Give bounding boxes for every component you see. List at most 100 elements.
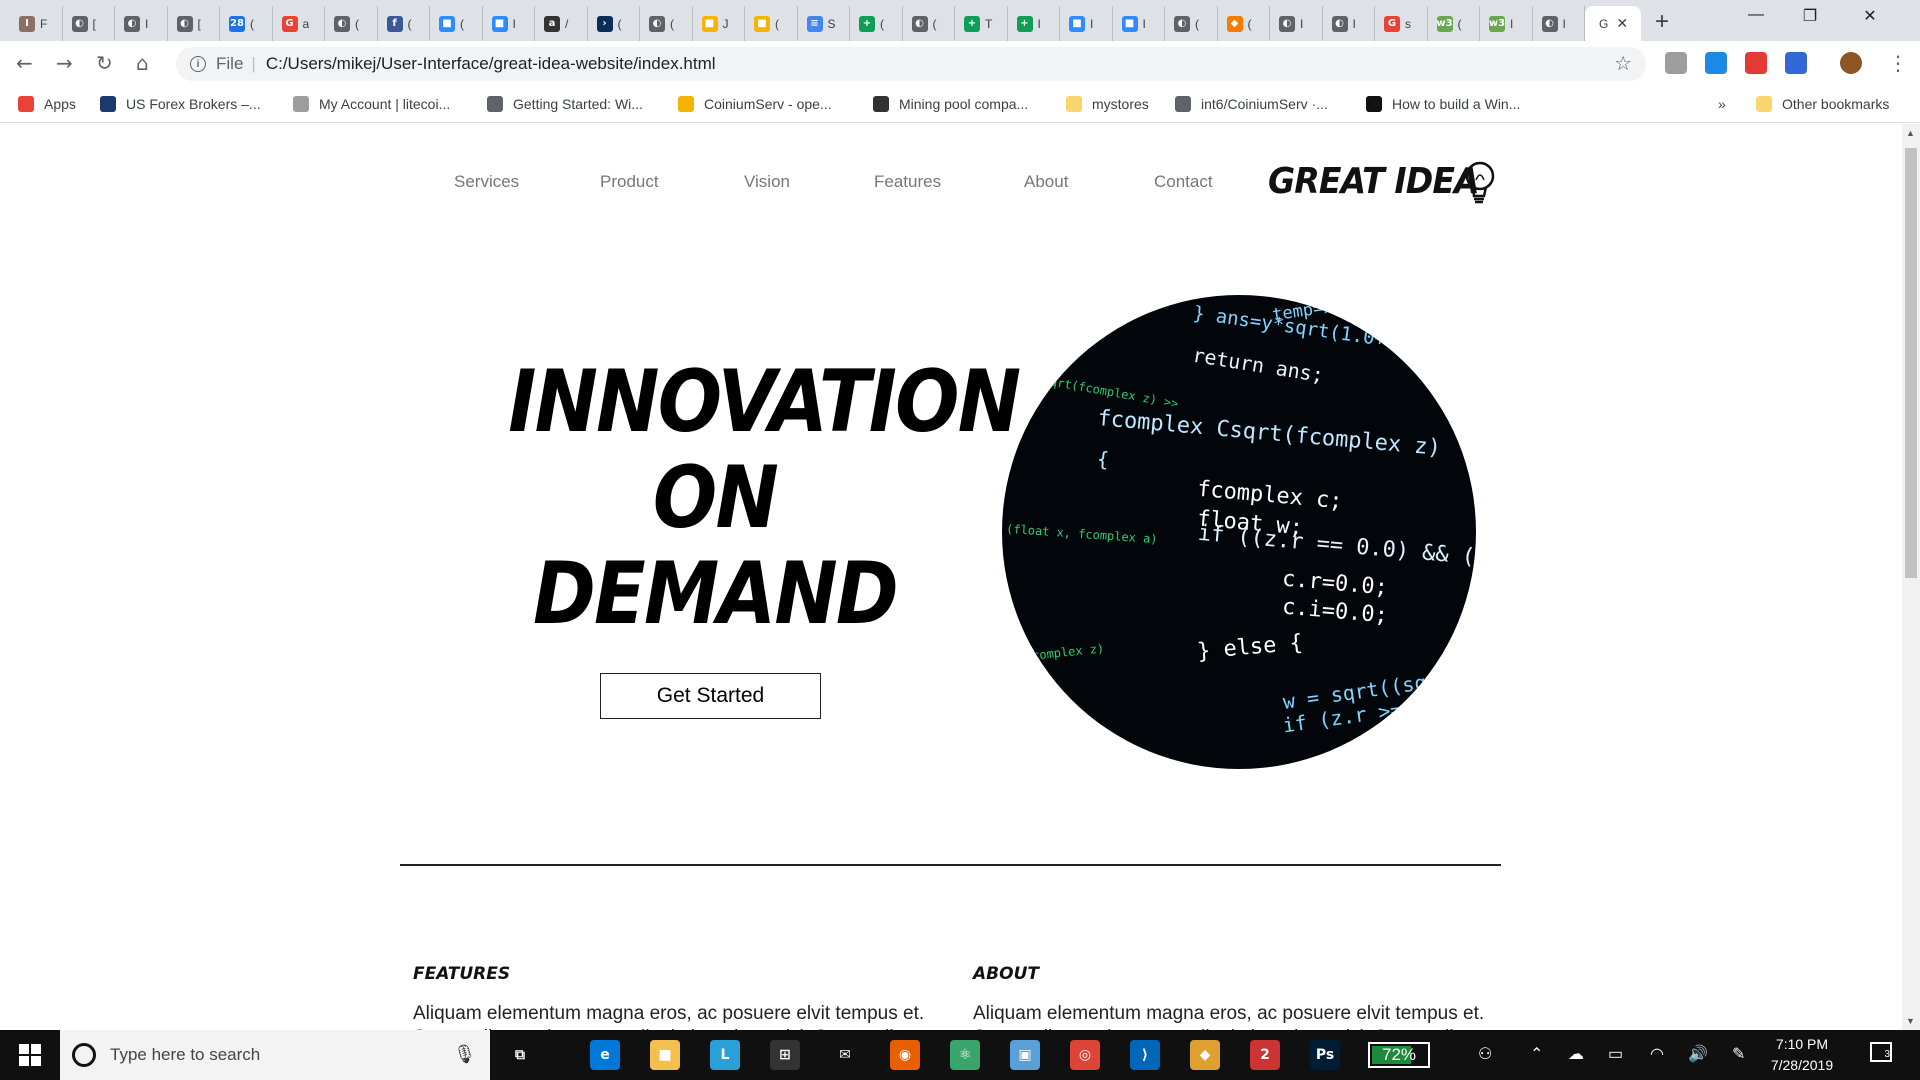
window-maximize-button[interactable]: ❐ (1787, 6, 1833, 26)
start-button[interactable] (0, 1030, 60, 1080)
scroll-up-icon[interactable]: ▲ (1906, 128, 1915, 138)
vertical-scrollbar[interactable]: ▲ ▼ (1902, 124, 1920, 1030)
battery-tray-icon[interactable]: ▭ (1608, 1044, 1623, 1064)
file-explorer-icon[interactable]: ■ (650, 1040, 680, 1070)
mail-app-icon[interactable]: ▣ (1010, 1040, 1040, 1070)
browser-tab[interactable]: ◐ I (115, 6, 168, 41)
store-icon[interactable]: ⊞ (770, 1040, 800, 1070)
new-tab-button[interactable]: + (1655, 8, 1669, 36)
photoshop-icon[interactable]: Ps (1310, 1040, 1340, 1070)
wifi-icon[interactable]: ◠ (1650, 1044, 1664, 1064)
show-hidden-icons-icon[interactable]: ⌃ (1530, 1044, 1543, 1064)
extension-calendar-icon[interactable] (1785, 52, 1807, 74)
browser-tab[interactable]: ◐ I (1323, 6, 1375, 41)
browser-tab[interactable]: ◐[ (168, 6, 220, 41)
browser-tab[interactable]: +( (850, 6, 903, 41)
bookmark-item[interactable]: How to build a Win... (1366, 96, 1520, 112)
browser-tab[interactable]: Gs (1375, 6, 1428, 41)
browser-tab[interactable]: ◐ I (1270, 6, 1323, 41)
bookmark-item[interactable]: CoiniumServ - ope... (678, 96, 832, 112)
browser-tab[interactable]: f( (378, 6, 430, 41)
bookmark-item[interactable]: Getting Started: Wi... (487, 96, 643, 112)
browser-tab[interactable]: + T (955, 6, 1008, 41)
pen-icon[interactable]: ✎ (1732, 1044, 1745, 1064)
extension-window-icon[interactable] (1705, 52, 1727, 74)
browser-tab[interactable]: ◐[ (63, 6, 115, 41)
system-clock[interactable]: 7:10 PM 7/28/2019 (1762, 1034, 1842, 1076)
get-started-button[interactable]: Get Started (600, 673, 821, 719)
scrollbar-thumb[interactable] (1905, 148, 1917, 578)
bookmark-item[interactable]: Apps (18, 96, 76, 112)
browser-tab[interactable]: ■ I (1060, 6, 1113, 41)
bookmarks-overflow[interactable]: » (1718, 96, 1726, 112)
bookmark-star-icon[interactable]: ☆ (1614, 51, 1632, 76)
browser-tab[interactable]: ◐( (1165, 6, 1218, 41)
taskbar-search[interactable]: Type here to search 🎙 (60, 1030, 490, 1080)
notifier-icon[interactable]: 2 (1250, 1040, 1280, 1070)
browser-tab[interactable]: ◆( (1218, 6, 1270, 41)
bookmark-item[interactable]: Mining pool compa... (873, 96, 1028, 112)
reload-icon[interactable]: ↻ (96, 51, 113, 75)
nav-link-about[interactable]: About (1024, 172, 1068, 196)
browser-tab[interactable]: IF (10, 6, 63, 41)
window-minimize-button[interactable]: — (1733, 6, 1779, 24)
nav-link-contact[interactable]: Contact (1154, 172, 1213, 196)
bookmark-item[interactable]: int6/CoiniumServ ·... (1175, 96, 1328, 112)
browser-tab[interactable]: w3 ( (1428, 6, 1480, 41)
home-icon[interactable]: ⌂ (136, 51, 149, 75)
chrome-icon[interactable]: ◎ (1070, 1040, 1100, 1070)
firefox-icon[interactable]: ◉ (890, 1040, 920, 1070)
mail-icon[interactable]: ✉ (830, 1040, 860, 1070)
bookmark-item[interactable]: My Account | litecoi... (293, 96, 450, 112)
active-tab[interactable]: G ✕ (1585, 6, 1641, 41)
window-close-button[interactable]: ✕ (1847, 6, 1893, 26)
browser-tab[interactable]: ■ I (1113, 6, 1165, 41)
scroll-down-icon[interactable]: ▼ (1906, 1016, 1915, 1026)
url-text[interactable]: C:/Users/mikej/User-Interface/great-idea… (266, 54, 716, 74)
extension-pdf-icon[interactable] (1665, 52, 1687, 74)
browser-tab[interactable]: ◐( (903, 6, 955, 41)
onedrive-icon[interactable]: ☁ (1568, 1044, 1584, 1064)
browser-tab[interactable]: ≡ S (798, 6, 850, 41)
people-icon[interactable]: ⚇ (1478, 1044, 1492, 1064)
action-center-icon[interactable]: 3 (1870, 1042, 1892, 1062)
browser-tab[interactable]: ◐ I (1533, 6, 1585, 41)
nav-link-services[interactable]: Services (454, 172, 519, 196)
browser-tab[interactable]: ›( (588, 6, 640, 41)
browser-tab[interactable]: + I (1008, 6, 1060, 41)
browser-tab[interactable]: 28 ( (220, 6, 273, 41)
tab-close-icon[interactable]: ✕ (1616, 15, 1628, 32)
nav-link-product[interactable]: Product (600, 172, 659, 196)
atom-icon[interactable]: ⚛ (950, 1040, 980, 1070)
bookmark-item[interactable]: mystores (1066, 96, 1149, 112)
address-bar[interactable]: i File | C:/Users/mikej/User-Interface/g… (176, 47, 1646, 81)
nav-link-features[interactable]: Features (874, 172, 941, 196)
cortana-icon[interactable] (72, 1043, 96, 1067)
edge-icon[interactable]: e (590, 1040, 620, 1070)
browser-tab[interactable]: ■( (745, 6, 798, 41)
task-view-icon[interactable]: ⧉ (505, 1040, 535, 1070)
browser-tab[interactable]: w3 I (1480, 6, 1533, 41)
browser-tab[interactable]: a / (535, 6, 588, 41)
extension-cart-icon[interactable] (1745, 52, 1767, 74)
git-icon[interactable]: ◆ (1190, 1040, 1220, 1070)
browser-tab[interactable]: Ga (273, 6, 325, 41)
nav-link-vision[interactable]: Vision (744, 172, 790, 196)
forward-icon[interactable]: → (56, 51, 73, 75)
browser-tab[interactable]: ◐( (325, 6, 378, 41)
volume-icon[interactable]: 🔊 (1688, 1044, 1708, 1064)
vscode-icon[interactable]: ⟩ (1130, 1040, 1160, 1070)
l-app-icon[interactable]: L (710, 1040, 740, 1070)
menu-kebab-icon[interactable]: ⋮ (1888, 51, 1908, 75)
other-bookmarks[interactable]: Other bookmarks (1756, 96, 1889, 112)
profile-avatar[interactable] (1840, 52, 1862, 74)
info-icon[interactable]: i (190, 56, 206, 72)
microphone-icon[interactable]: 🎙 (453, 1044, 476, 1065)
browser-tab[interactable]: ■( (430, 6, 483, 41)
browser-tab[interactable]: ◐( (640, 6, 693, 41)
bookmark-item[interactable]: US Forex Brokers –... (100, 96, 261, 112)
back-icon[interactable]: ← (16, 51, 33, 75)
browser-tab[interactable]: ■ J (693, 6, 745, 41)
browser-tab[interactable]: ■ I (483, 6, 535, 41)
battery-meter[interactable]: 72% (1368, 1042, 1430, 1068)
